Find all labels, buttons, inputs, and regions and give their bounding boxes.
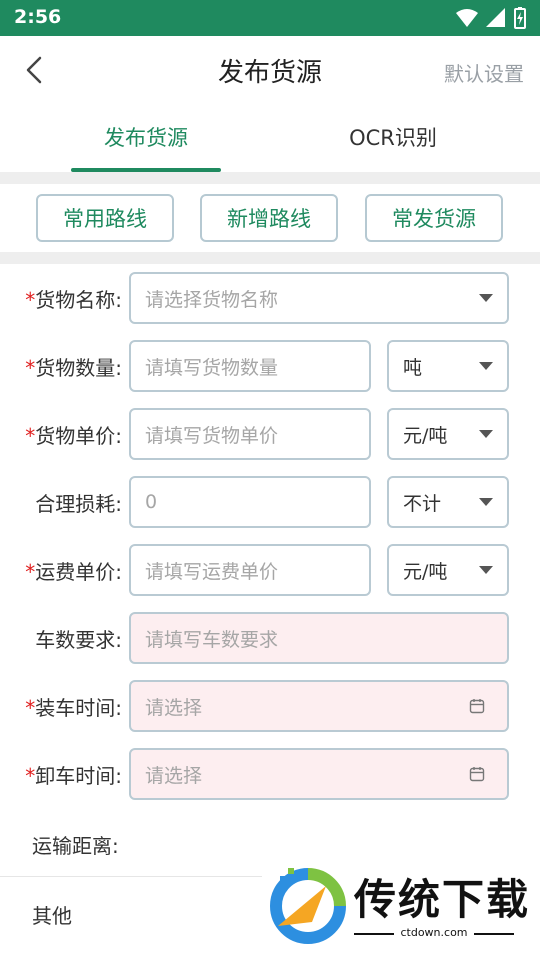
other-label[interactable]: 其他 <box>32 900 72 929</box>
price-unit-select[interactable]: 元/吨 <box>387 408 509 460</box>
chevron-down-icon <box>479 430 493 438</box>
form-row-truck-count: 车数要求: 请填写车数要求 <box>0 612 540 664</box>
watermark: 传统下载 ctdown.com <box>262 852 540 960</box>
form-row-cargo-name: *货物名称: 请选择货物名称 <box>0 272 540 324</box>
form-row-unload-time: *卸车时间: 请选择 <box>0 748 540 800</box>
section-divider <box>0 172 540 184</box>
frequent-cargo-button[interactable]: 常发货源 <box>365 194 503 242</box>
wifi-icon <box>456 9 478 27</box>
section-divider <box>0 252 540 264</box>
battery-charging-icon <box>514 7 526 29</box>
watermark-logo <box>270 868 346 944</box>
signal-icon <box>486 8 505 27</box>
cargo-quantity-input[interactable]: 请填写货物数量 <box>129 340 371 392</box>
status-time: 2:56 <box>14 6 62 28</box>
loss-label: 合理损耗: <box>35 492 122 516</box>
nav-bar: 发布货源 默认设置 <box>0 36 540 104</box>
cargo-price-label: *货物单价: <box>25 424 122 448</box>
cargo-name-select[interactable]: 请选择货物名称 <box>129 272 509 324</box>
distance-label: 运输距离: <box>32 834 119 858</box>
loss-unit-select[interactable]: 不计 <box>387 476 509 528</box>
chevron-down-icon <box>479 498 493 506</box>
add-route-button[interactable]: 新增路线 <box>200 194 338 242</box>
unload-time-label: *卸车时间: <box>25 764 122 788</box>
row-divider <box>0 876 270 877</box>
tab-publish[interactable]: 发布货源 <box>71 122 221 152</box>
tab-ocr[interactable]: OCR识别 <box>318 122 468 152</box>
chevron-down-icon <box>479 294 493 302</box>
status-bar: 2:56 <box>0 0 540 36</box>
form-row-load-time: *装车时间: 请选择 <box>0 680 540 732</box>
form-row-freight-price: *运费单价: 请填写运费单价 元/吨 <box>0 544 540 596</box>
watermark-brand: 传统下载 <box>354 875 531 924</box>
load-time-picker[interactable]: 请选择 <box>129 680 509 732</box>
common-routes-button[interactable]: 常用路线 <box>36 194 174 242</box>
chevron-down-icon <box>479 566 493 574</box>
quantity-unit-select[interactable]: 吨 <box>387 340 509 392</box>
freight-price-input[interactable]: 请填写运费单价 <box>129 544 371 596</box>
truck-count-label: 车数要求: <box>35 628 122 652</box>
cargo-price-input[interactable]: 请填写货物单价 <box>129 408 371 460</box>
calendar-icon <box>469 699 485 714</box>
unload-time-picker[interactable]: 请选择 <box>129 748 509 800</box>
form-row-cargo-price: *货物单价: 请填写货物单价 元/吨 <box>0 408 540 460</box>
truck-count-input[interactable]: 请填写车数要求 <box>129 612 509 664</box>
route-buttons: 常用路线 新增路线 常发货源 <box>0 184 540 252</box>
cargo-quantity-label: *货物数量: <box>25 356 122 380</box>
form-row-loss: 合理损耗: 0 不计 <box>0 476 540 528</box>
load-time-label: *装车时间: <box>25 696 122 720</box>
chevron-down-icon <box>479 362 493 370</box>
default-settings-button[interactable]: 默认设置 <box>444 58 524 87</box>
tab-bar: 发布货源 OCR识别 <box>0 104 540 172</box>
cargo-name-label: *货物名称: <box>25 288 122 312</box>
loss-input[interactable]: 0 <box>129 476 371 528</box>
form-row-cargo-quantity: *货物数量: 请填写货物数量 吨 <box>0 340 540 392</box>
freight-price-label: *运费单价: <box>25 560 122 584</box>
freight-unit-select[interactable]: 元/吨 <box>387 544 509 596</box>
calendar-icon <box>469 767 485 782</box>
